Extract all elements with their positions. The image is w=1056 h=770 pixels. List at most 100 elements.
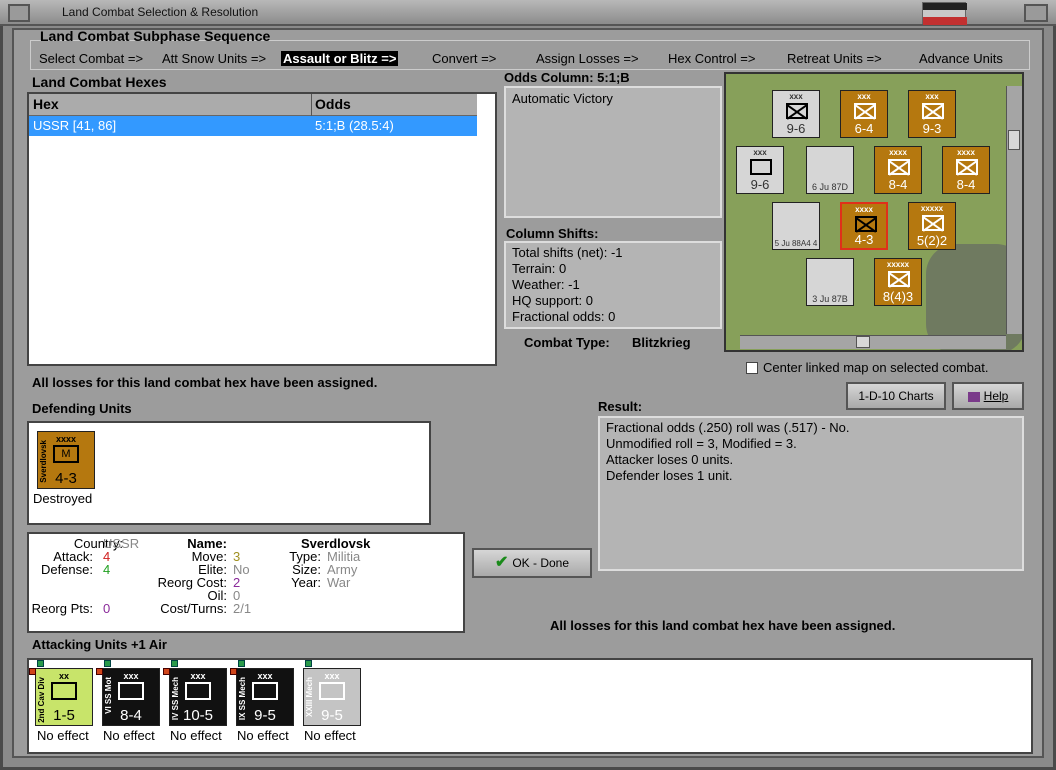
- close-icon[interactable]: [1024, 4, 1048, 22]
- column-odds[interactable]: Odds: [315, 96, 351, 112]
- attacking-unit-counter[interactable]: xxx IX SS Mech 9-5: [236, 668, 294, 726]
- unit-status-dot: [238, 660, 245, 667]
- table-row[interactable]: USSR [41, 86] 5:1;B (28.5:4): [29, 116, 477, 136]
- hexes-title: Land Combat Hexes: [32, 74, 167, 90]
- unit-status-dot: [96, 668, 103, 675]
- losses-message-bottom: All losses for this land combat hex have…: [550, 618, 896, 633]
- system-menu-icon[interactable]: [8, 4, 30, 22]
- phase-retreat-units: Retreat Units =>: [787, 51, 882, 66]
- subphase-title: Land Combat Subphase Sequence: [40, 28, 271, 44]
- year-value: War: [327, 575, 351, 590]
- cost-turns-label: Cost/Turns:: [160, 601, 227, 616]
- cost-turns-value: 2/1: [233, 601, 252, 616]
- defending-title: Defending Units: [32, 401, 132, 416]
- map-unit[interactable]: xxx 9-3: [908, 90, 956, 138]
- map-unit[interactable]: xxxxx 5(2)2: [908, 202, 956, 250]
- result-box: Fractional odds (.250) roll was (.517) -…: [598, 416, 1024, 571]
- shift-terrain: Terrain: 0: [512, 261, 567, 276]
- window-title: Land Combat Selection & Resolution: [62, 5, 259, 19]
- phase-hex-control: Hex Control =>: [668, 51, 756, 66]
- charts-button[interactable]: 1-D-10 Charts: [846, 382, 946, 410]
- result-title: Result:: [598, 399, 643, 414]
- map-air-unit[interactable]: 3 Ju 87B: [806, 258, 854, 306]
- defense-value: 4: [103, 562, 111, 577]
- shift-weather: Weather: -1: [512, 277, 580, 292]
- year-label: Year:: [291, 575, 321, 590]
- map-horizontal-scrollbar[interactable]: [740, 335, 1006, 349]
- map-unit[interactable]: xxxx 8-4: [874, 146, 922, 194]
- checkmark-icon: ✔: [494, 554, 509, 571]
- map-air-unit[interactable]: 6 Ju 87D: [806, 146, 854, 194]
- map-horizontal-scroll-thumb[interactable]: [856, 336, 870, 348]
- german-flag-icon: [922, 2, 967, 25]
- map-unit[interactable]: xxxx 8-4: [942, 146, 990, 194]
- attacking-unit-status: No effect: [103, 728, 155, 743]
- attacking-unit-counter[interactable]: xxx IV SS Mech 10-5: [169, 668, 227, 726]
- attacking-units-box: xx 2nd Cav Div 1-5 No effect xxx VI SS M…: [27, 658, 1033, 754]
- column-hex[interactable]: Hex: [33, 96, 59, 112]
- linked-map[interactable]: xxx 9-6 xxx 6-4 xxx 9-3 xxx 9-6 6 Ju 87D xxx…: [724, 72, 1024, 352]
- map-vertical-scroll-thumb[interactable]: [1008, 130, 1020, 150]
- column-shifts-title: Column Shifts:: [506, 226, 599, 241]
- combat-type-label: Combat Type:: [524, 335, 610, 350]
- column-shifts-box: Total shifts (net): -1 Terrain: 0 Weathe…: [504, 241, 722, 329]
- attacking-unit-status: No effect: [304, 728, 356, 743]
- unit-status-dot: [29, 668, 36, 675]
- result-line: Fractional odds (.250) roll was (.517) -…: [606, 420, 850, 435]
- phase-select-combat: Select Combat =>: [39, 51, 144, 66]
- phase-assault-or-blitz: Assault or Blitz =>: [281, 51, 399, 66]
- result-line: Attacker loses 0 units.: [606, 452, 734, 467]
- hexes-table[interactable]: Hex Odds USSR [41, 86] 5:1;B (28.5:4): [27, 92, 497, 366]
- shift-hq-support: HQ support: 0: [512, 293, 593, 308]
- attacking-title: Attacking Units +1 Air: [32, 637, 167, 652]
- phase-convert: Convert =>: [432, 51, 497, 66]
- phase-att-snow-units: Att Snow Units =>: [162, 51, 267, 66]
- table-header: Hex Odds: [29, 94, 477, 116]
- shift-total: Total shifts (net): -1: [512, 245, 623, 260]
- center-map-checkbox[interactable]: [746, 362, 758, 374]
- defending-units-box: xxxx Sverdlovsk M 4-3 Destroyed: [27, 421, 431, 525]
- unit-status-dot: [171, 660, 178, 667]
- center-map-label: Center linked map on selected combat.: [763, 360, 989, 375]
- help-book-icon: [967, 391, 980, 402]
- defending-unit-counter[interactable]: xxxx Sverdlovsk M 4-3: [37, 431, 95, 489]
- map-target-unit[interactable]: xxxx 4-3: [840, 202, 888, 250]
- title-bar[interactable]: Land Combat Selection & Resolution: [0, 0, 1056, 26]
- defense-label: Defense:: [40, 562, 93, 577]
- odds-text: Automatic Victory: [512, 91, 613, 106]
- losses-message-top: All losses for this land combat hex have…: [32, 375, 378, 390]
- odds-column-title: Odds Column: 5:1;B: [504, 70, 630, 85]
- attacking-unit-counter[interactable]: xxx VI SS Mot 8-4: [102, 668, 160, 726]
- map-unit[interactable]: xxxxx 8(4)3: [874, 258, 922, 306]
- ok-done-button[interactable]: ✔ OK - Done: [472, 548, 592, 578]
- combat-type-value: Blitzkrieg: [632, 335, 691, 350]
- reorg-pts-value: 0: [103, 601, 111, 616]
- unit-status-dot: [104, 660, 111, 667]
- reorg-pts-label: Reorg Pts:: [31, 601, 93, 616]
- unit-status-dot: [305, 660, 312, 667]
- defending-unit-status: Destroyed: [33, 491, 93, 506]
- phase-assign-losses: Assign Losses =>: [536, 51, 639, 66]
- shift-fractional-odds: Fractional odds: 0: [512, 309, 616, 324]
- attacking-unit-status: No effect: [237, 728, 289, 743]
- map-unit[interactable]: xxx 9-6: [772, 90, 820, 138]
- attacking-unit-counter[interactable]: xx 2nd Cav Div 1-5: [35, 668, 93, 726]
- unit-status-dot: [163, 668, 170, 675]
- result-line: Unmodified roll = 3, Modified = 3.: [606, 436, 797, 451]
- attacking-unit-status: No effect: [170, 728, 222, 743]
- map-unit[interactable]: xxx 6-4: [840, 90, 888, 138]
- unit-status-dot: [37, 660, 44, 667]
- map-unit[interactable]: xxx 9-6: [736, 146, 784, 194]
- map-vertical-scrollbar[interactable]: [1006, 86, 1022, 334]
- odds-result-box: Automatic Victory: [504, 86, 722, 218]
- help-button-label: Help: [983, 389, 1009, 403]
- phase-advance-units: Advance Units: [919, 51, 1003, 66]
- unit-info-box: Country: USSR Attack: 4 Defense: 4 Reorg…: [27, 532, 465, 633]
- attacking-unit-counter[interactable]: xxx XXIII Mech 9-5: [303, 668, 361, 726]
- row-hex: USSR [41, 86]: [33, 118, 117, 133]
- help-button[interactable]: Help: [952, 382, 1024, 410]
- map-air-unit[interactable]: 5 Ju 88A4 4: [772, 202, 820, 250]
- row-odds: 5:1;B (28.5:4): [315, 118, 394, 133]
- attacking-unit-status: No effect: [37, 728, 89, 743]
- result-line: Defender loses 1 unit.: [606, 468, 733, 483]
